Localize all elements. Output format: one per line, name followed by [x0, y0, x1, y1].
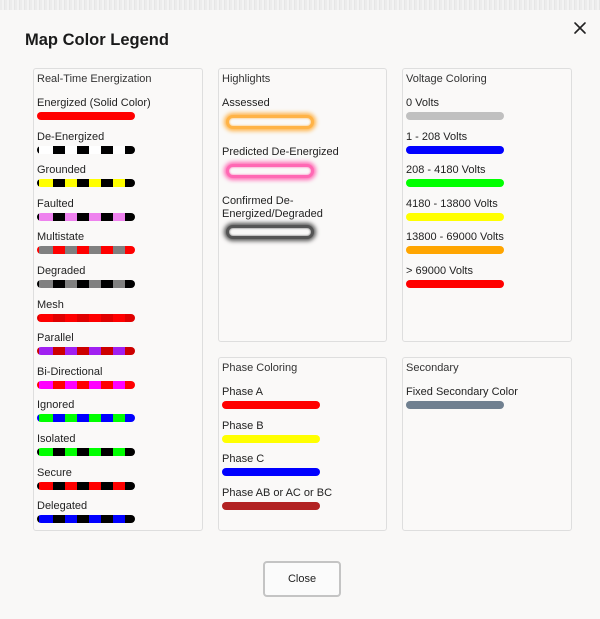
legend-swatch-1-208-volts — [406, 145, 504, 154]
legend-label-isolated: Isolated — [37, 433, 76, 445]
highlight-swatch-confirmed-de-energized-degraded — [226, 225, 314, 239]
legend-label-energized-solid-color: Energized (Solid Color) — [37, 97, 151, 109]
legend-label-phase-c: Phase C — [222, 453, 265, 466]
legend-swatch-delegated — [37, 515, 135, 524]
legend-swatch-0-volts — [406, 112, 504, 120]
panel-voltage-coloring: Voltage Coloring 0 Volts 1 - 208 Volts 208… — [402, 68, 572, 342]
legend-swatch-mesh — [37, 313, 135, 322]
highlight-label-predicted-de-energized: Predicted De-Energized — [222, 146, 339, 158]
legend-label-degraded: Degraded — [37, 265, 86, 277]
legend-label-13800-69000-volts: 13800 - 69000 Volts — [406, 231, 504, 244]
legend-swatch-isolated — [37, 448, 135, 456]
panel-secondary: Secondary Fixed Secondary Color — [402, 357, 572, 531]
legend-label-4180-13800-volts: 4180 - 13800 Volts — [406, 197, 498, 210]
panel-highlights: Highlights Assessed Predicted De-Energize… — [218, 68, 387, 342]
legend-swatch-multistate — [37, 246, 135, 255]
panel-heading: Phase Coloring — [222, 362, 298, 374]
window-top-strip — [0, 0, 600, 10]
legend-label-1-208-volts: 1 - 208 Volts — [406, 130, 468, 143]
legend-swatch-degraded — [37, 280, 135, 288]
legend-label-bi-directional: Bi-Directional — [37, 365, 103, 378]
legend-label-delegated: Delegated — [37, 500, 88, 513]
legend-swatch-faulted — [37, 212, 135, 221]
highlight-swatch-predicted-de-energized — [226, 164, 314, 178]
panel-heading: Real-Time Energization — [37, 73, 152, 85]
legend-label-208-4180-volts: 208 - 4180 Volts — [406, 164, 486, 177]
legend-swatch-fixed-secondary-color — [406, 401, 504, 409]
legend-swatch-69000-volts — [406, 280, 504, 288]
panel-real-time-energization: Real-Time Energization Energized (Solid … — [33, 68, 203, 531]
legend-swatch-de-energized — [37, 145, 135, 154]
legend-label-phase-ab-or-ac-or-bc: Phase AB or AC or BC — [222, 486, 333, 499]
legend-label-fixed-secondary-color: Fixed Secondary Color — [406, 386, 518, 398]
highlight-label-confirmed-de-energized-degraded: Confirmed De-Energized/Degraded — [222, 195, 323, 220]
highlight-swatch-assessed — [226, 115, 314, 129]
legend-label-de-energized: De-Energized — [37, 130, 105, 143]
legend-label-grounded: Grounded — [37, 164, 86, 177]
legend-swatch-ignored — [37, 414, 135, 423]
legend-swatch-phase-ab-or-ac-or-bc — [222, 501, 320, 510]
close-icon[interactable] — [571, 19, 589, 37]
legend-swatch-bi-directional — [37, 380, 135, 389]
legend-label-parallel: Parallel — [37, 332, 74, 345]
legend-label-faulted: Faulted — [37, 197, 74, 210]
legend-label-0-volts: 0 Volts — [406, 97, 440, 109]
panel-phase-coloring: Phase Coloring Phase A Phase B Phase C Phas… — [218, 357, 387, 531]
legend-label-secure: Secure — [37, 466, 72, 479]
legend-label-phase-b: Phase B — [222, 419, 264, 432]
dialog-title: Map Color Legend — [25, 31, 169, 49]
legend-swatch-parallel — [37, 347, 135, 356]
highlight-label-assessed: Assessed — [222, 97, 270, 109]
legend-swatch-grounded — [37, 179, 135, 188]
legend-swatch-secure — [37, 481, 135, 490]
panel-heading: Highlights — [222, 73, 271, 85]
legend-label-mesh: Mesh — [37, 298, 64, 311]
legend-swatch-phase-a — [222, 401, 320, 409]
legend-label-69000-volts: > 69000 Volts — [406, 265, 473, 277]
legend-label-multistate: Multistate — [37, 231, 85, 244]
legend-swatch-phase-b — [222, 434, 320, 443]
legend-label-ignored: Ignored — [37, 399, 75, 412]
panel-heading: Secondary — [406, 362, 459, 374]
close-button[interactable]: Close — [263, 561, 341, 597]
legend-swatch-208-4180-volts — [406, 179, 504, 188]
legend-label-phase-a: Phase A — [222, 386, 263, 398]
legend-swatch-4180-13800-volts — [406, 212, 504, 221]
panel-heading: Voltage Coloring — [406, 73, 487, 85]
legend-swatch-energized-solid-color — [37, 112, 135, 120]
legend-swatch-phase-c — [222, 468, 320, 477]
legend-swatch-13800-69000-volts — [406, 246, 504, 255]
